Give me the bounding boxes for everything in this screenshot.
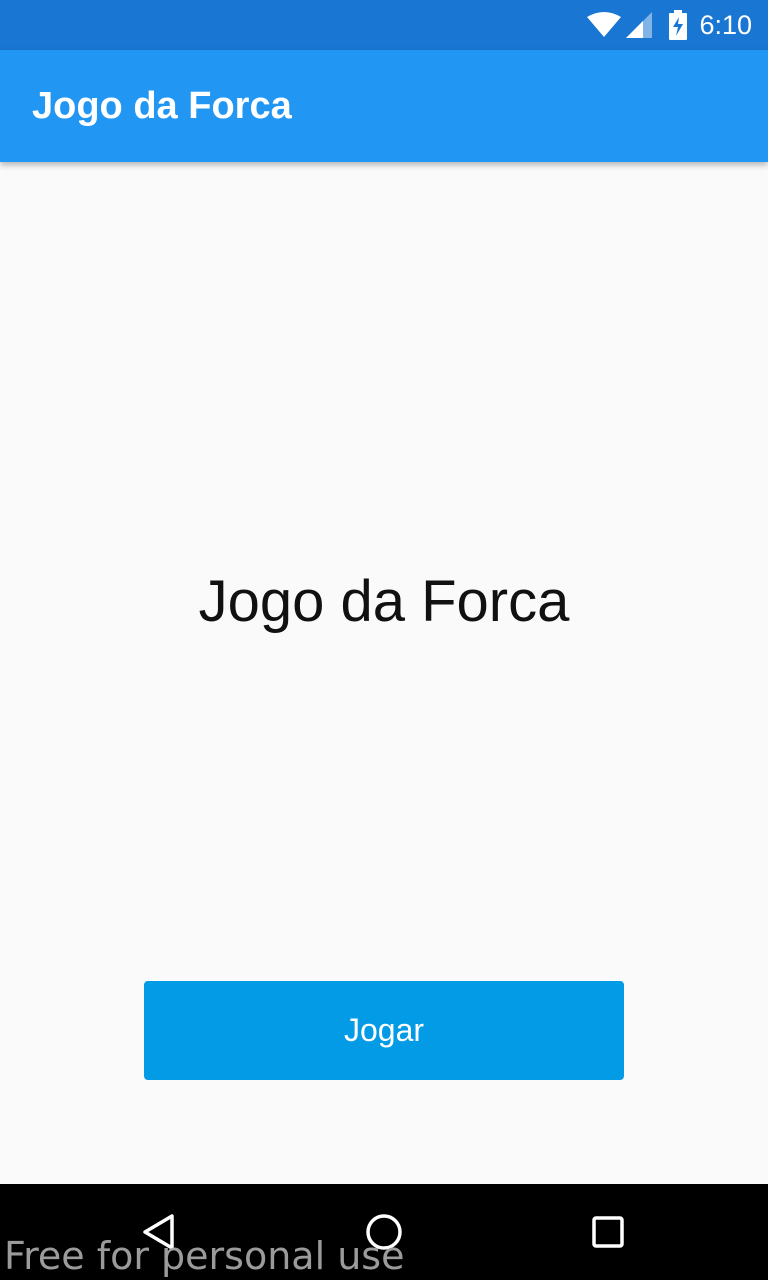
main-content: Jogo da Forca Jogar	[0, 162, 768, 1184]
play-button[interactable]: Jogar	[144, 981, 624, 1080]
recents-button[interactable]	[560, 1184, 656, 1280]
cell-signal-icon	[625, 11, 653, 39]
recents-icon	[592, 1216, 624, 1248]
app-bar: Jogo da Forca	[0, 50, 768, 162]
app-title: Jogo da Forca	[32, 85, 292, 127]
status-icons: 6:10	[587, 0, 752, 50]
status-bar: 6:10	[0, 0, 768, 50]
battery-charging-icon	[669, 10, 688, 40]
watermark-text: Free for personal use	[4, 1234, 405, 1278]
wifi-icon	[587, 12, 622, 38]
game-title: Jogo da Forca	[198, 569, 570, 634]
status-time: 6:10	[699, 10, 752, 40]
